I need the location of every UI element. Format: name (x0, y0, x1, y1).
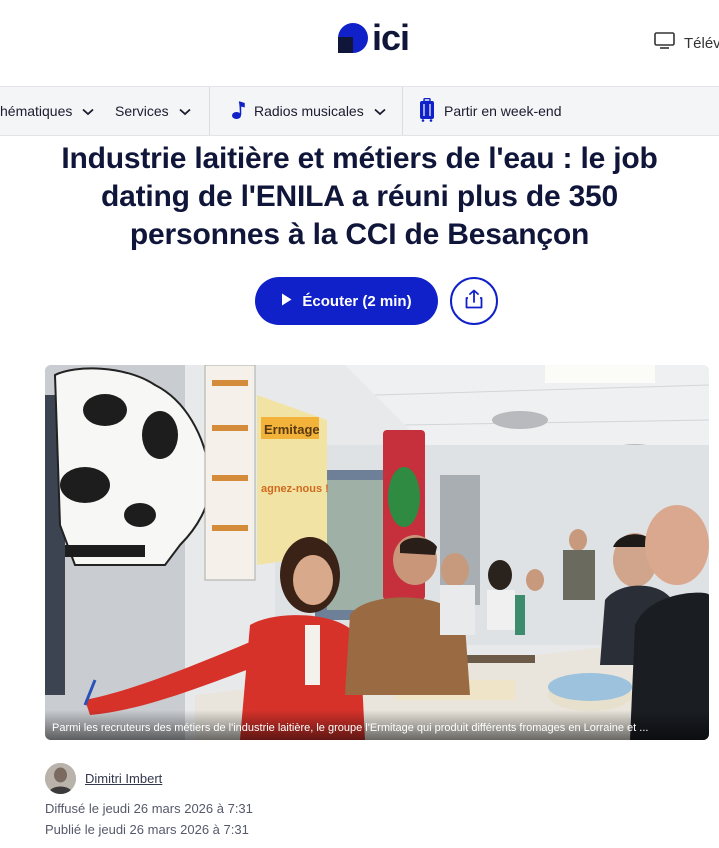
nav-item-label: Radios musicales (254, 103, 364, 119)
nav-divider (209, 87, 210, 135)
author-byline[interactable]: Dimitri Imbert (45, 763, 162, 794)
avatar (45, 763, 76, 794)
ici-logo[interactable]: ici (337, 17, 410, 58)
nav-bar: hématiques Services Radios musicales Par… (0, 86, 719, 136)
article-photo: Ermitage agnez-nous ! Parmi les recruteu… (45, 365, 709, 740)
tv-label: Télév (684, 34, 719, 52)
listen-button[interactable]: Écouter (2 min) (255, 277, 438, 325)
photo-caption-bar: Parmi les recruteurs des métiers de l'in… (45, 710, 709, 740)
nav-item-label: Partir en week-end (444, 103, 562, 119)
gagnez-sign-text: agnez-nous ! (261, 483, 329, 495)
share-icon (465, 289, 483, 314)
share-button[interactable] (450, 277, 498, 325)
published-date: Publié le jeudi 26 mars 2026 à 7:31 (45, 822, 249, 837)
logo-mark-icon (337, 22, 369, 54)
nav-item-label: Services (115, 103, 169, 119)
nav-item-label: hématiques (0, 103, 73, 119)
chevron-down-icon (179, 103, 191, 119)
music-note-icon (230, 100, 246, 123)
chevron-down-icon (82, 103, 94, 119)
nav-divider (402, 87, 403, 135)
top-bar: ici Télév (0, 0, 719, 86)
broadcast-date: Diffusé le jeudi 26 mars 2026 à 7:31 (45, 801, 253, 816)
chevron-down-icon (374, 103, 386, 119)
listen-button-label: Écouter (2 min) (302, 292, 412, 310)
tv-link[interactable]: Télév (654, 32, 719, 54)
photo-caption: Parmi les recruteurs des métiers de l'in… (52, 722, 649, 734)
tv-icon (654, 32, 675, 54)
photo-illustration: Ermitage agnez-nous ! (45, 365, 709, 740)
article-title: Industrie laitière et métiers de l'eau :… (61, 142, 658, 251)
nav-item-thematiques[interactable]: hématiques (0, 87, 94, 135)
logo-text: ici (372, 17, 410, 58)
luggage-icon (419, 97, 435, 125)
nav-item-services[interactable]: Services (115, 87, 191, 135)
ermitage-sign-text: Ermitage (264, 422, 320, 437)
nav-item-partir-en-week-end[interactable]: Partir en week-end (419, 87, 562, 135)
play-icon (281, 293, 292, 310)
nav-item-radios-musicales[interactable]: Radios musicales (230, 87, 386, 135)
author-name[interactable]: Dimitri Imbert (85, 771, 162, 786)
